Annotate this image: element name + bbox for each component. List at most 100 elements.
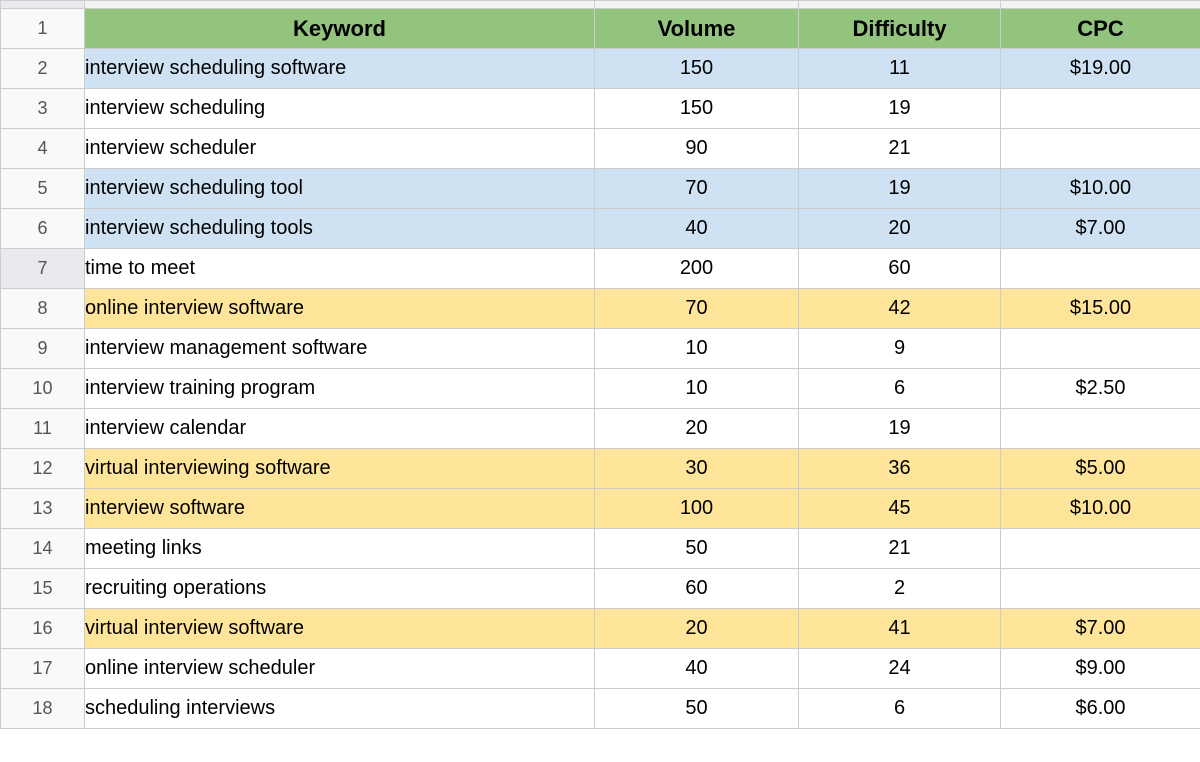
row-number[interactable]: 2 xyxy=(1,49,85,89)
row-number[interactable]: 11 xyxy=(1,409,85,449)
cell-difficulty[interactable]: 21 xyxy=(799,129,1001,169)
cell-volume[interactable]: 50 xyxy=(595,689,799,729)
row-number[interactable]: 14 xyxy=(1,529,85,569)
cell-keyword[interactable]: meeting links xyxy=(85,529,595,569)
row-number[interactable]: 4 xyxy=(1,129,85,169)
column-header-cpc[interactable]: CPC xyxy=(1001,9,1200,49)
cell-difficulty[interactable]: 2 xyxy=(799,569,1001,609)
cell-difficulty[interactable]: 60 xyxy=(799,249,1001,289)
row-number[interactable]: 16 xyxy=(1,609,85,649)
table-row[interactable]: 14meeting links5021 xyxy=(1,529,1200,569)
cell-volume[interactable]: 40 xyxy=(595,649,799,689)
cell-volume[interactable]: 10 xyxy=(595,369,799,409)
table-row[interactable]: 4interview scheduler9021 xyxy=(1,129,1200,169)
cell-keyword[interactable]: interview software xyxy=(85,489,595,529)
table-row[interactable]: 15recruiting operations602 xyxy=(1,569,1200,609)
cell-keyword[interactable]: virtual interviewing software xyxy=(85,449,595,489)
cell-difficulty[interactable]: 42 xyxy=(799,289,1001,329)
row-number[interactable]: 9 xyxy=(1,329,85,369)
row-number[interactable]: 12 xyxy=(1,449,85,489)
cell-volume[interactable]: 60 xyxy=(595,569,799,609)
cell-keyword[interactable]: interview scheduling tool xyxy=(85,169,595,209)
table-row[interactable]: 10interview training program106$2.50 xyxy=(1,369,1200,409)
column-header-difficulty[interactable]: Difficulty xyxy=(799,9,1001,49)
cell-keyword[interactable]: interview scheduling tools xyxy=(85,209,595,249)
table-row[interactable]: 18scheduling interviews506$6.00 xyxy=(1,689,1200,729)
cell-cpc[interactable] xyxy=(1001,569,1200,609)
cell-volume[interactable]: 20 xyxy=(595,609,799,649)
cell-keyword[interactable]: online interview scheduler xyxy=(85,649,595,689)
cell-difficulty[interactable]: 24 xyxy=(799,649,1001,689)
row-number[interactable]: 5 xyxy=(1,169,85,209)
cell-keyword[interactable]: interview management software xyxy=(85,329,595,369)
cell-difficulty[interactable]: 6 xyxy=(799,369,1001,409)
cell-difficulty[interactable]: 19 xyxy=(799,89,1001,129)
row-number[interactable]: 7 xyxy=(1,249,85,289)
cell-difficulty[interactable]: 19 xyxy=(799,409,1001,449)
cell-cpc[interactable] xyxy=(1001,129,1200,169)
row-number[interactable]: 13 xyxy=(1,489,85,529)
cell-keyword[interactable]: recruiting operations xyxy=(85,569,595,609)
cell-volume[interactable]: 50 xyxy=(595,529,799,569)
cell-cpc[interactable] xyxy=(1001,529,1200,569)
cell-cpc[interactable]: $10.00 xyxy=(1001,489,1200,529)
cell-keyword[interactable]: interview scheduler xyxy=(85,129,595,169)
cell-difficulty[interactable]: 20 xyxy=(799,209,1001,249)
cell-difficulty[interactable]: 41 xyxy=(799,609,1001,649)
table-row[interactable]: 16virtual interview software2041$7.00 xyxy=(1,609,1200,649)
cell-volume[interactable]: 100 xyxy=(595,489,799,529)
cell-keyword[interactable]: interview calendar xyxy=(85,409,595,449)
cell-cpc[interactable]: $19.00 xyxy=(1001,49,1200,89)
table-row[interactable]: 5interview scheduling tool7019$10.00 xyxy=(1,169,1200,209)
table-row[interactable]: 7time to meet20060 xyxy=(1,249,1200,289)
cell-cpc[interactable] xyxy=(1001,329,1200,369)
row-number[interactable]: 17 xyxy=(1,649,85,689)
cell-volume[interactable]: 20 xyxy=(595,409,799,449)
cell-keyword[interactable]: scheduling interviews xyxy=(85,689,595,729)
cell-volume[interactable]: 70 xyxy=(595,289,799,329)
cell-keyword[interactable]: virtual interview software xyxy=(85,609,595,649)
cell-cpc[interactable]: $7.00 xyxy=(1001,609,1200,649)
cell-cpc[interactable]: $2.50 xyxy=(1001,369,1200,409)
cell-volume[interactable]: 30 xyxy=(595,449,799,489)
cell-volume[interactable]: 150 xyxy=(595,89,799,129)
column-header-volume[interactable]: Volume xyxy=(595,9,799,49)
column-header-keyword[interactable]: Keyword xyxy=(85,9,595,49)
table-row[interactable]: 6interview scheduling tools4020$7.00 xyxy=(1,209,1200,249)
row-number[interactable]: 8 xyxy=(1,289,85,329)
cell-keyword[interactable]: time to meet xyxy=(85,249,595,289)
table-row[interactable]: 12virtual interviewing software3036$5.00 xyxy=(1,449,1200,489)
cell-keyword[interactable]: interview training program xyxy=(85,369,595,409)
header-row[interactable]: 1KeywordVolumeDifficultyCPC xyxy=(1,9,1200,49)
row-number[interactable]: 6 xyxy=(1,209,85,249)
cell-volume[interactable]: 10 xyxy=(595,329,799,369)
cell-volume[interactable]: 90 xyxy=(595,129,799,169)
table-row[interactable]: 11interview calendar2019 xyxy=(1,409,1200,449)
cell-cpc[interactable]: $7.00 xyxy=(1001,209,1200,249)
cell-difficulty[interactable]: 9 xyxy=(799,329,1001,369)
table-row[interactable]: 17online interview scheduler4024$9.00 xyxy=(1,649,1200,689)
row-number[interactable]: 10 xyxy=(1,369,85,409)
row-number[interactable]: 15 xyxy=(1,569,85,609)
cell-volume[interactable]: 70 xyxy=(595,169,799,209)
cell-difficulty[interactable]: 19 xyxy=(799,169,1001,209)
cell-volume[interactable]: 200 xyxy=(595,249,799,289)
cell-keyword[interactable]: interview scheduling xyxy=(85,89,595,129)
table-row[interactable]: 2interview scheduling software15011$19.0… xyxy=(1,49,1200,89)
table-row[interactable]: 3interview scheduling15019 xyxy=(1,89,1200,129)
cell-keyword[interactable]: interview scheduling software xyxy=(85,49,595,89)
cell-keyword[interactable]: online interview software xyxy=(85,289,595,329)
table-row[interactable]: 13interview software10045$10.00 xyxy=(1,489,1200,529)
cell-difficulty[interactable]: 11 xyxy=(799,49,1001,89)
table-row[interactable]: 8online interview software7042$15.00 xyxy=(1,289,1200,329)
row-number[interactable]: 1 xyxy=(1,9,85,49)
cell-cpc[interactable]: $10.00 xyxy=(1001,169,1200,209)
cell-cpc[interactable]: $5.00 xyxy=(1001,449,1200,489)
spreadsheet[interactable]: 1KeywordVolumeDifficultyCPC2interview sc… xyxy=(0,0,1200,729)
cell-difficulty[interactable]: 36 xyxy=(799,449,1001,489)
cell-cpc[interactable]: $15.00 xyxy=(1001,289,1200,329)
table-row[interactable]: 9interview management software109 xyxy=(1,329,1200,369)
cell-difficulty[interactable]: 21 xyxy=(799,529,1001,569)
cell-cpc[interactable]: $9.00 xyxy=(1001,649,1200,689)
cell-cpc[interactable] xyxy=(1001,249,1200,289)
